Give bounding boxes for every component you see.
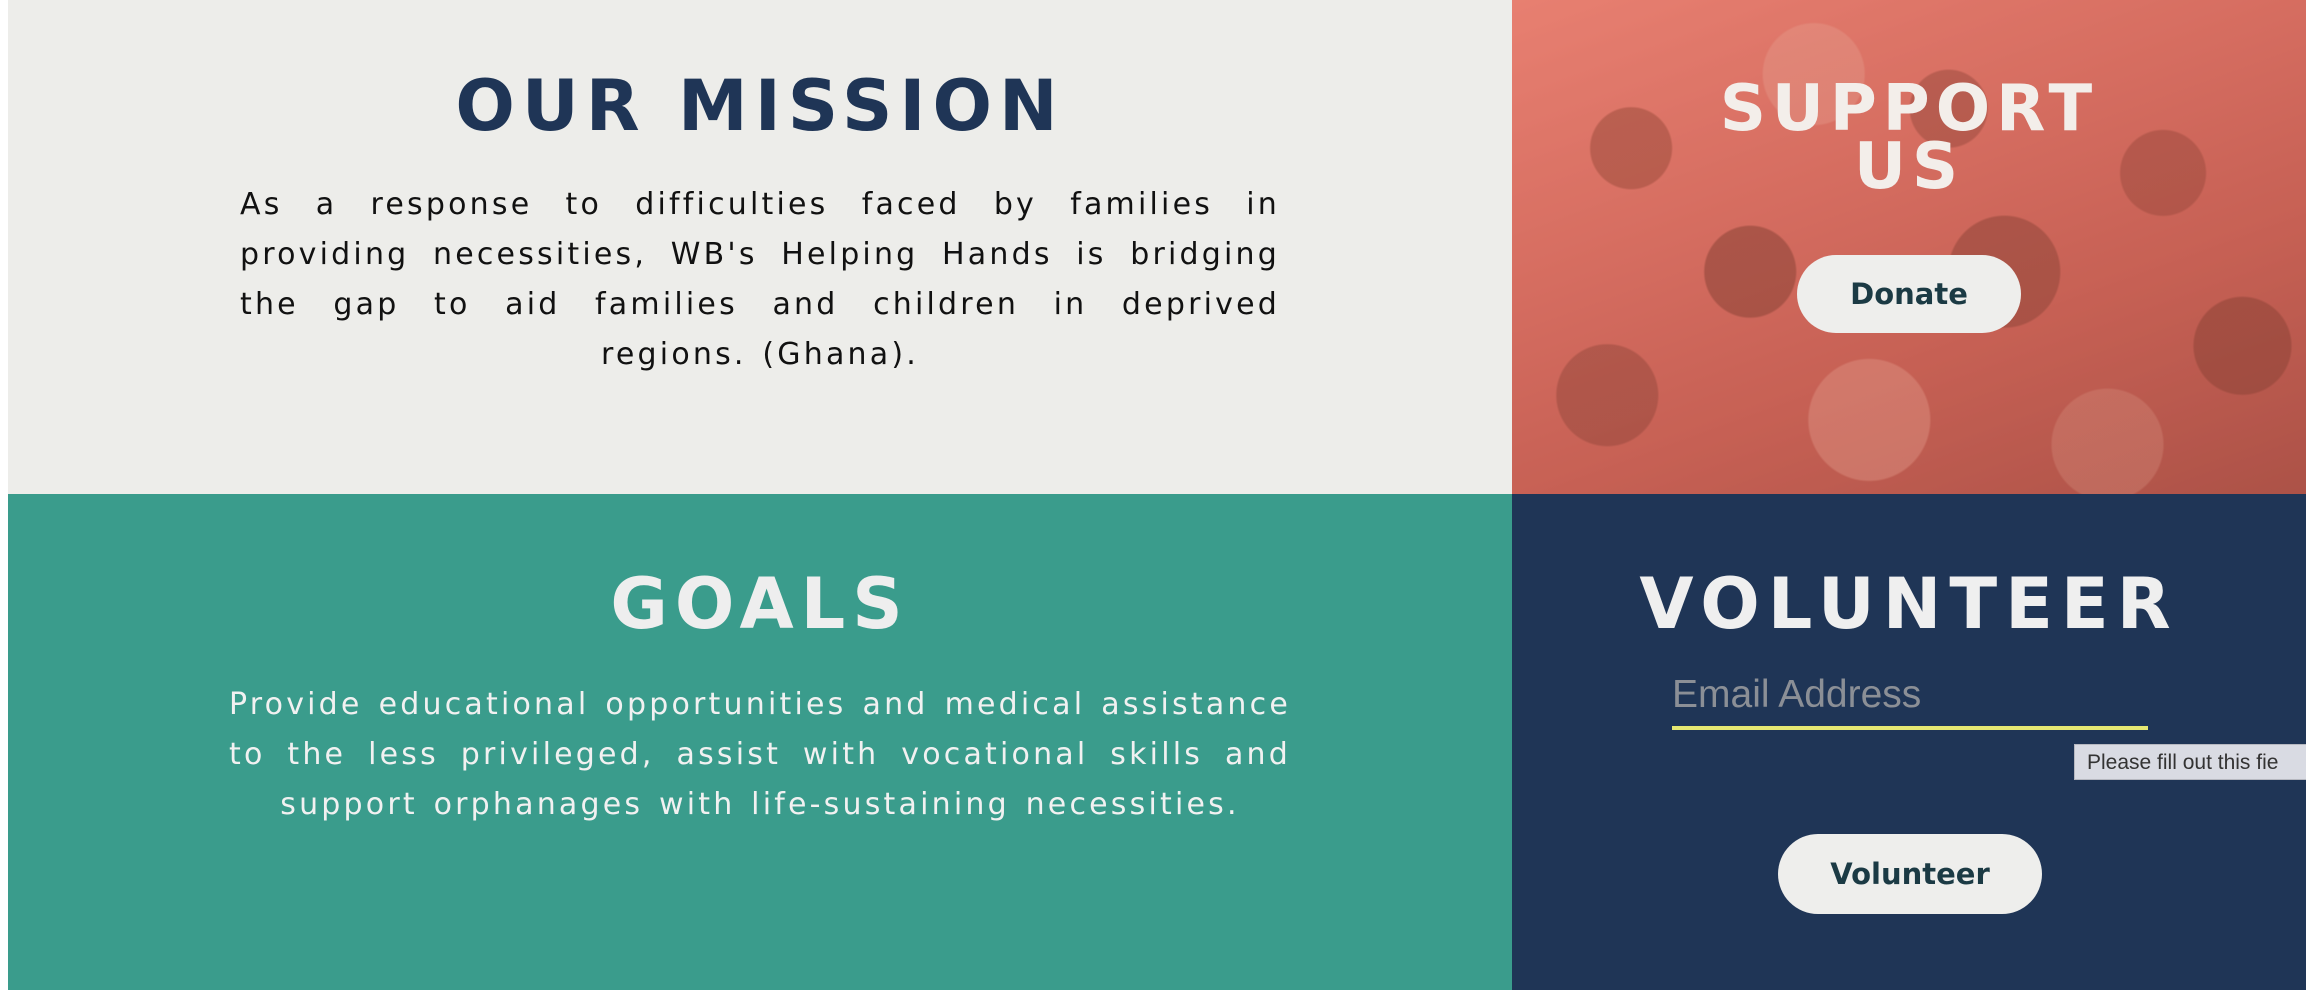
donate-button[interactable]: Donate: [1797, 255, 2021, 333]
volunteer-button[interactable]: Volunteer: [1778, 834, 2042, 914]
mission-section: OUR MISSION As a response to difficultie…: [8, 0, 1512, 494]
goals-section: GOALS Provide educational opportunities …: [8, 494, 1512, 990]
goals-text: Provide educational opportunities and me…: [229, 687, 1291, 822]
email-field-wrapper: [1672, 670, 2148, 730]
volunteer-section: VOLUNTEER Please fill out this fie Volun…: [1512, 494, 2306, 990]
volunteer-title: VOLUNTEER: [1639, 563, 2179, 645]
support-section: SUPPORT US Donate: [1512, 0, 2306, 494]
mission-text: As a response to difficulties faced by f…: [240, 187, 1280, 372]
mission-title: OUR MISSION: [455, 65, 1065, 147]
support-title: SUPPORT US: [1719, 72, 2099, 204]
page: OUR MISSION As a response to difficultie…: [0, 0, 2306, 990]
validation-tooltip: Please fill out this fie: [2074, 744, 2306, 780]
goals-title: GOALS: [610, 563, 910, 645]
email-field[interactable]: [1672, 670, 2148, 730]
